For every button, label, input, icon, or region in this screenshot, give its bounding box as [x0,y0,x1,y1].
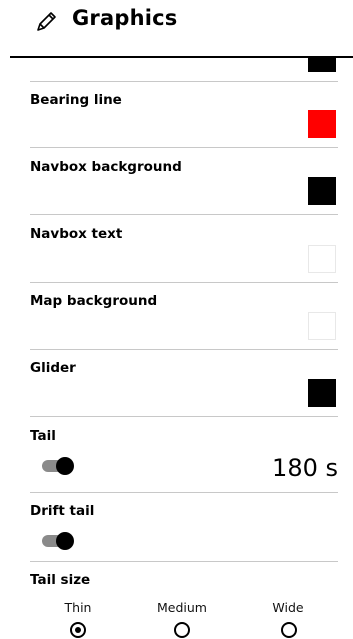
drift-tail-toggle[interactable] [40,531,76,551]
radio-label-thin: Thin [64,600,92,615]
divider [30,147,338,148]
divider [30,416,338,417]
header-divider [10,56,353,58]
radio-label-medium: Medium [157,600,207,615]
setting-tail-size: Tail size [30,572,338,596]
radio-selected-dot [75,627,81,633]
map-background-color-swatch[interactable] [308,312,336,340]
setting-label: Map background [30,293,158,309]
tail-toggle[interactable] [40,456,76,476]
bearing-line-color-swatch[interactable] [308,110,336,138]
tail-duration-value[interactable]: 180 s [272,454,338,482]
divider [30,214,338,215]
divider [30,492,338,493]
setting-label: Drift tail [30,503,95,519]
toggle-knob [56,532,74,550]
page-title: Graphics [72,6,178,30]
pencil-icon[interactable] [32,8,60,36]
setting-label: Navbox background [30,159,182,175]
setting-navbox-background[interactable]: Navbox background [30,159,338,213]
header: Graphics [0,0,353,46]
setting-label: Bearing line [30,92,122,108]
setting-drift-tail: Drift tail [30,503,338,555]
setting-tail: Tail 180 s [30,428,338,488]
radio-label-wide: Wide [272,600,304,615]
toggle-knob [56,457,74,475]
navbox-text-color-swatch[interactable] [308,245,336,273]
divider [30,349,338,350]
setting-label: Tail size [30,572,91,588]
divider [30,81,338,82]
color-swatch-partial[interactable] [308,58,336,72]
setting-glider[interactable]: Glider [30,360,338,414]
radio-medium[interactable] [174,622,190,638]
divider [30,282,338,283]
setting-map-background[interactable]: Map background [30,293,338,347]
setting-bearing-line[interactable]: Bearing line [30,92,338,146]
setting-navbox-text[interactable]: Navbox text [30,226,338,280]
setting-label: Navbox text [30,226,123,242]
glider-color-swatch[interactable] [308,379,336,407]
radio-thin[interactable] [70,622,86,638]
radio-wide[interactable] [281,622,297,638]
navbox-background-color-swatch[interactable] [308,177,336,205]
setting-label: Glider [30,360,76,376]
setting-label: Tail [30,428,56,444]
divider [30,561,338,562]
